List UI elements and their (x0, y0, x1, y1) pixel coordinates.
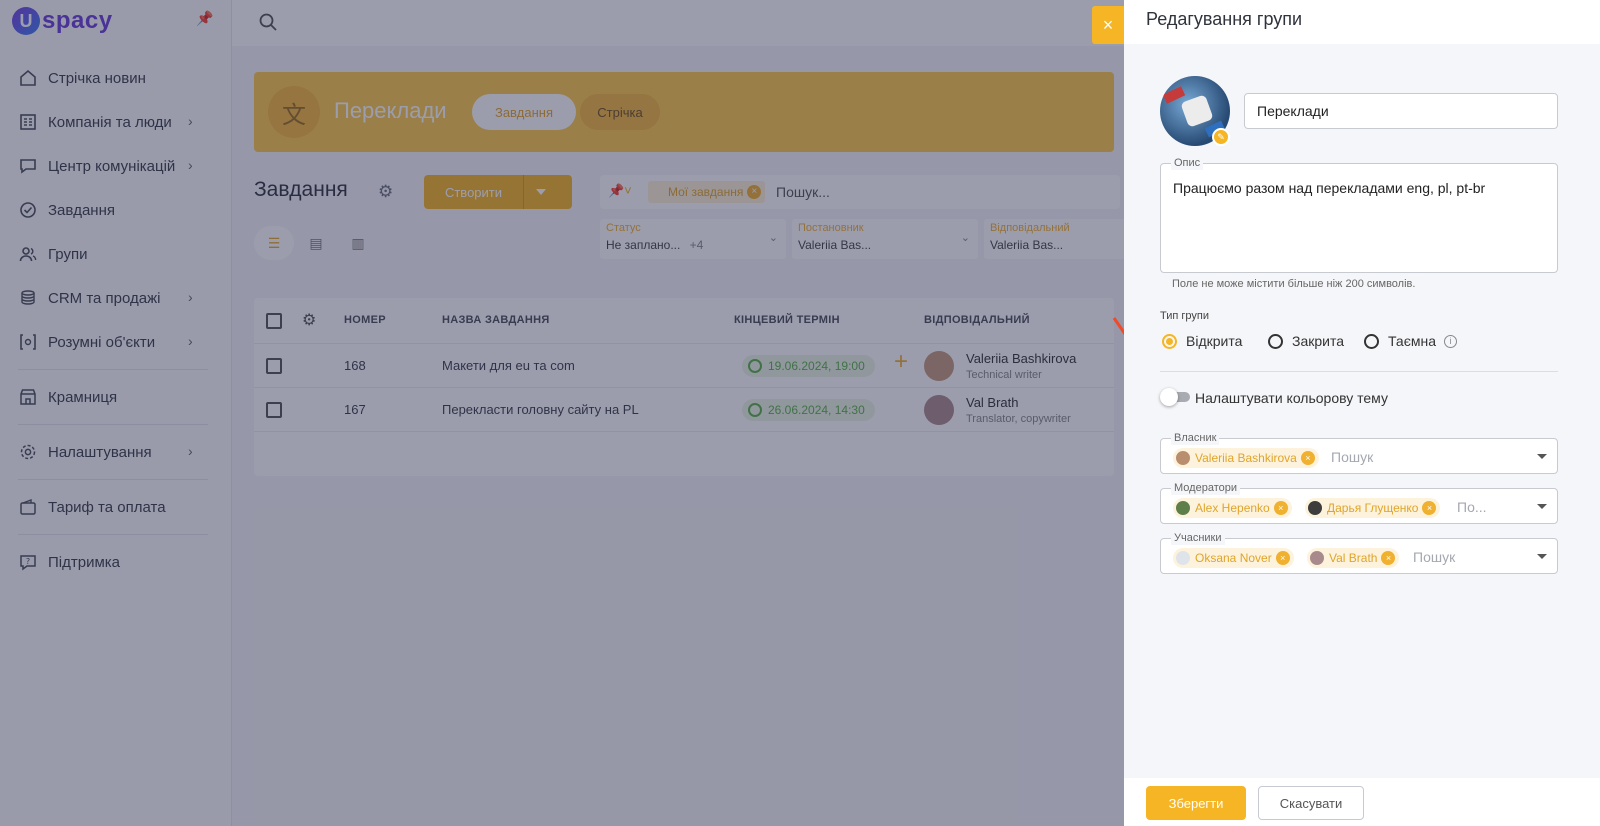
field-label: Власник (1171, 431, 1220, 445)
owner-select[interactable]: Власник Valeriia Bashkirova × Пошук (1160, 431, 1558, 474)
remove-chip-icon[interactable]: × (1422, 501, 1437, 515)
person-chip[interactable]: Val Brath × (1307, 548, 1400, 568)
chevron-down-icon[interactable] (1537, 554, 1547, 559)
people-search-input[interactable]: Пошук (1331, 449, 1373, 465)
group-type-label: Тип групи (1160, 310, 1210, 322)
color-theme-label: Налаштувати кольорову тему (1195, 390, 1388, 406)
field-label: Учасники (1171, 531, 1225, 545)
toggle-knob (1160, 388, 1178, 406)
close-drawer-button[interactable]: × (1092, 6, 1124, 44)
avatar-decoration (1162, 86, 1186, 104)
chevron-down-icon[interactable] (1537, 454, 1547, 459)
avatar (1308, 501, 1322, 515)
chip-label: Oksana Nover (1195, 551, 1272, 565)
radio-secret[interactable]: Таємна i (1364, 332, 1457, 350)
radio-label: Таємна (1388, 333, 1436, 349)
drawer-title: Редагування групи (1146, 9, 1303, 29)
avatar (1310, 551, 1324, 565)
remove-chip-icon[interactable]: × (1300, 451, 1315, 465)
avatar (1176, 551, 1190, 565)
description-field[interactable]: Опис Працюємо разом над перекладами eng,… (1160, 156, 1558, 273)
info-icon[interactable]: i (1444, 334, 1457, 348)
field-label: Опис (1171, 156, 1204, 170)
chip-label: Alex Hepenko (1195, 501, 1270, 515)
radio-button[interactable] (1162, 333, 1177, 349)
members-select[interactable]: Учасники Oksana Nover × Val Brath × Пошу… (1160, 531, 1558, 574)
field-label: Модератори (1171, 481, 1240, 495)
moderators-select[interactable]: Модератори Alex Hepenko × Дарья Глущенко… (1160, 481, 1558, 524)
radio-button[interactable] (1268, 333, 1283, 349)
group-name-input[interactable] (1244, 93, 1558, 129)
people-search-input[interactable]: По... (1457, 499, 1487, 515)
radio-closed[interactable]: Закрита (1268, 332, 1344, 350)
radio-open[interactable]: Відкрита (1162, 332, 1242, 350)
chevron-down-icon[interactable] (1537, 504, 1547, 509)
divider (1160, 371, 1558, 372)
drawer-footer: Зберегти Скасувати (1124, 778, 1600, 826)
cancel-button[interactable]: Скасувати (1258, 786, 1364, 820)
field-hint: Поле не може містити більше ніж 200 симв… (1172, 278, 1416, 290)
avatar-decoration (1180, 94, 1214, 128)
modal-overlay[interactable] (0, 0, 1124, 826)
remove-chip-icon[interactable]: × (1381, 551, 1396, 565)
radio-label: Закрита (1292, 333, 1345, 349)
edit-group-drawer: Редагування групи ✎ Опис Працюємо разом … (1124, 0, 1600, 826)
drawer-header: Редагування групи (1124, 0, 1600, 44)
remove-chip-icon[interactable]: × (1275, 551, 1290, 565)
avatar (1176, 501, 1190, 515)
person-chip[interactable]: Oksana Nover × (1173, 548, 1294, 568)
people-search-input[interactable]: Пошук (1413, 549, 1455, 565)
color-theme-toggle[interactable] (1160, 388, 1190, 406)
remove-chip-icon[interactable]: × (1273, 501, 1288, 515)
chip-label: Valeriia Bashkirova (1195, 451, 1297, 465)
person-chip[interactable]: Valeriia Bashkirova × (1173, 448, 1319, 468)
chip-label: Дарья Глущенко (1327, 501, 1419, 515)
description-text[interactable]: Працюємо разом над перекладами eng, pl, … (1173, 180, 1485, 196)
avatar (1176, 451, 1190, 465)
chip-label: Val Brath (1329, 551, 1378, 565)
radio-label: Відкрита (1186, 333, 1243, 349)
edit-avatar-icon[interactable]: ✎ (1212, 128, 1230, 146)
person-chip[interactable]: Дарья Глущенко × (1305, 498, 1441, 518)
radio-button[interactable] (1364, 333, 1379, 349)
save-button[interactable]: Зберегти (1146, 786, 1246, 820)
person-chip[interactable]: Alex Hepenko × (1173, 498, 1292, 518)
